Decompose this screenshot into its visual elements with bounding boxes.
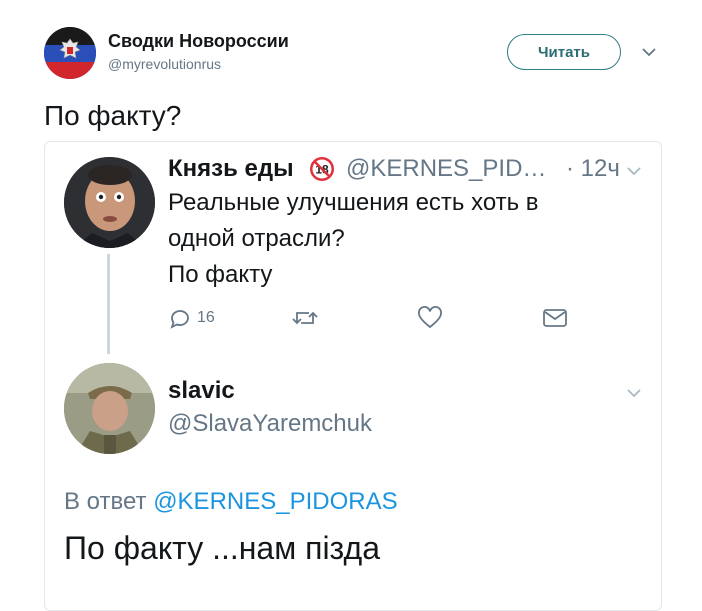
chevron-down-icon[interactable] — [626, 387, 642, 399]
retweet-action[interactable] — [290, 306, 320, 330]
quoted-author-name[interactable]: Князь еды — [168, 155, 294, 183]
reply-author-name[interactable]: slavic — [168, 377, 235, 405]
reply-author-avatar[interactable] — [64, 363, 155, 454]
reply-icon — [170, 310, 189, 329]
message-action[interactable] — [542, 306, 568, 330]
quoted-text-line: одной отрасли? — [168, 225, 345, 252]
age-18-icon: 18 — [310, 157, 334, 181]
tweet-text: По факту? — [44, 100, 182, 131]
reply-action[interactable]: 16 — [168, 306, 215, 330]
author-name[interactable]: Сводки Новороссии — [108, 31, 289, 52]
reply-text: По факту ...нам пізда — [64, 530, 380, 566]
person-portrait-icon — [64, 363, 155, 454]
eagle-emblem-icon — [59, 38, 81, 59]
quoted-text-line: Реальные улучшения есть хоть в — [168, 189, 539, 216]
reply-author-handle[interactable]: @SlavaYaremchuk — [168, 410, 372, 438]
retweet-icon — [292, 311, 318, 325]
reply-prefix: В ответ — [64, 488, 147, 515]
quoted-timestamp[interactable]: · 12ч — [566, 155, 620, 183]
reply-mention-link[interactable]: @KERNES_PIDORAS — [153, 488, 397, 515]
quoted-author-handle[interactable]: @KERNES_PID… — [346, 155, 546, 183]
person-portrait-icon — [64, 157, 155, 248]
quoted-author-avatar[interactable] — [64, 157, 155, 248]
message-icon — [543, 309, 567, 327]
reply-context: В ответ @KERNES_PIDORAS — [64, 488, 398, 516]
chevron-down-icon[interactable] — [641, 46, 657, 58]
author-avatar[interactable] — [44, 27, 96, 79]
reply-count: 16 — [197, 309, 215, 326]
follow-button[interactable]: Читать — [507, 34, 621, 70]
author-handle[interactable]: @myrevolutionrus — [108, 56, 221, 72]
chevron-down-icon[interactable] — [626, 165, 642, 177]
quoted-text-line: По факту — [168, 261, 273, 288]
thread-line — [107, 254, 110, 354]
like-action[interactable] — [417, 306, 443, 330]
like-icon — [418, 306, 442, 329]
